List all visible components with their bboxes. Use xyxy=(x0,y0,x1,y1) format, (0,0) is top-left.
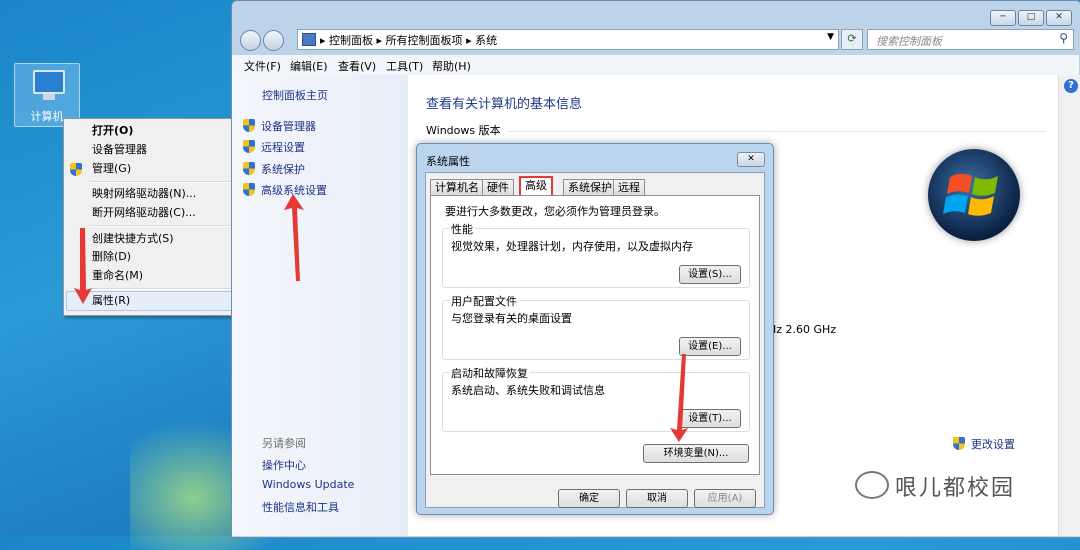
wechat-icon xyxy=(855,471,889,499)
arrow-to-environment-variables xyxy=(670,354,688,442)
watermark-text: 哏儿都校园 xyxy=(895,476,1016,501)
arrow-to-advanced-settings xyxy=(284,194,304,281)
arrow-to-properties xyxy=(74,228,92,304)
annotation-arrows xyxy=(74,194,688,442)
watermark: 哏儿都校园 xyxy=(855,470,1015,502)
